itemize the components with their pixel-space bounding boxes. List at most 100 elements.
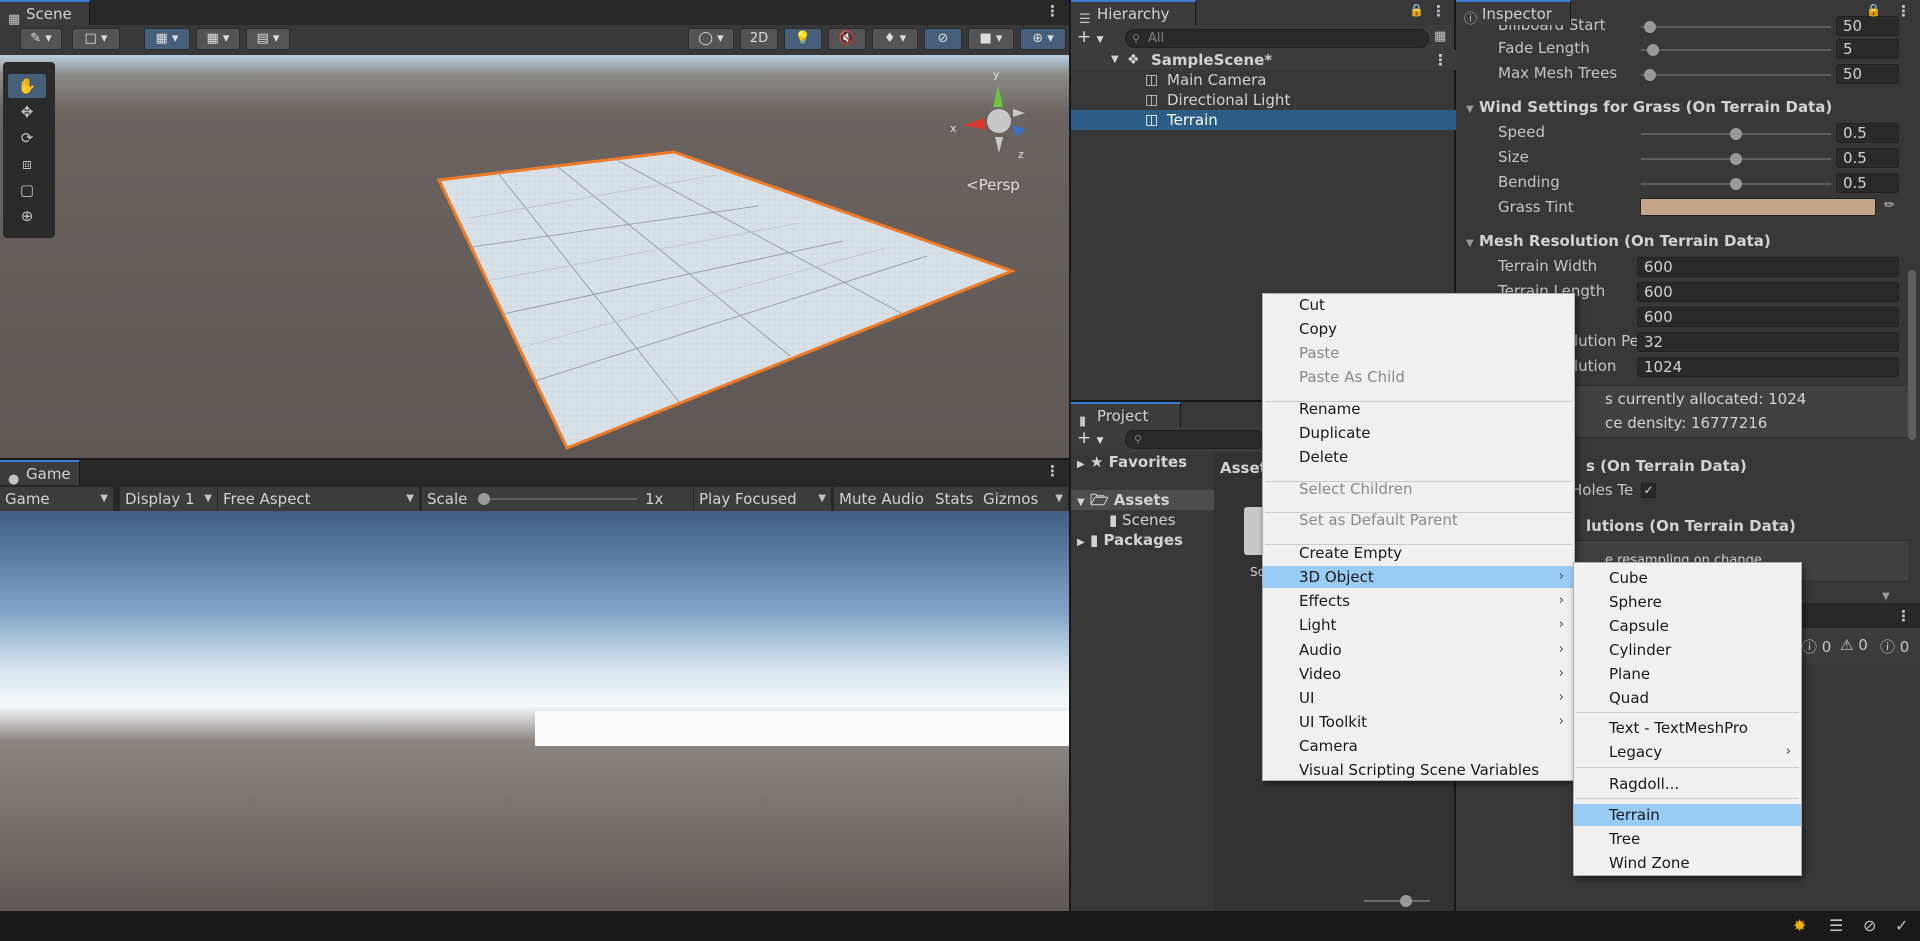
perspective-label[interactable]: <Persp (966, 176, 1020, 194)
number-field[interactable]: 50 (1836, 64, 1899, 84)
menu-item-light[interactable]: Light › (1263, 614, 1574, 636)
camera-settings-icon[interactable]: ■ ▾ (968, 28, 1014, 50)
aspect-dropdown[interactable]: Free Aspect ▼ (218, 487, 420, 511)
slider-track[interactable] (1641, 69, 1831, 81)
menu-item-cut[interactable]: Cut (1263, 294, 1574, 316)
mute-audio-button[interactable]: Mute Audio (834, 487, 932, 511)
console-menu-icon[interactable]: ⋮ (1896, 607, 1911, 625)
move-tool-icon[interactable]: ✥ (8, 100, 46, 124)
number-field[interactable]: 32 (1637, 332, 1899, 352)
scene-root-row[interactable]: ▼ ❖ SampleScene* ⋮ (1071, 50, 1456, 70)
slider-knob[interactable] (1644, 69, 1656, 81)
slider-knob[interactable] (1730, 178, 1742, 190)
color-swatch[interactable] (1640, 198, 1876, 216)
add-button[interactable]: + ▼ (1077, 27, 1104, 47)
tab-inspector[interactable]: ⓘ Inspector (1456, 0, 1571, 27)
hidden-objects-toggle-icon[interactable]: ⊘ (924, 28, 962, 50)
menu-item-audio[interactable]: Audio › (1263, 639, 1574, 661)
submenu-item-cylinder[interactable]: Cylinder (1574, 639, 1801, 661)
slider-track[interactable] (1641, 21, 1831, 33)
render-mode-button[interactable]: □ ▾ (72, 28, 120, 50)
thumbnail-size-slider[interactable] (1364, 895, 1430, 907)
effects-toggle-icon[interactable]: ♦ ▾ (872, 28, 918, 50)
game-mode-dropdown[interactable]: Game ▼ (0, 487, 114, 511)
submenu-item-quad[interactable]: Quad (1574, 687, 1801, 709)
project-search-input[interactable]: ⚲ (1125, 430, 1265, 449)
scene-menu-icon[interactable]: ⋮ (1045, 2, 1060, 20)
project-add-button[interactable]: + ▼ (1077, 428, 1104, 448)
mesh-section-header[interactable]: ▼ Mesh Resolution (On Terrain Data) (1466, 232, 1771, 250)
submenu-item-text-textmeshpro[interactable]: Text - TextMeshPro (1574, 717, 1801, 739)
lighting-bake-icon[interactable]: ✸ (1793, 916, 1806, 935)
shading-button[interactable]: ◯ ▾ (688, 28, 734, 50)
scale-tool-icon[interactable]: ⧈ (8, 152, 46, 176)
tree-item-favorites[interactable]: ▶ ★ Favorites (1077, 452, 1187, 472)
slider-track[interactable] (1641, 178, 1831, 190)
submenu-item-cube[interactable]: Cube (1574, 567, 1801, 589)
menu-item-delete[interactable]: Delete (1263, 446, 1574, 468)
slider-track[interactable] (1641, 128, 1831, 140)
dropdown-arrow-icon[interactable]: ▼ (1882, 591, 1890, 602)
play-mode-dropdown[interactable]: Play Focused ▼ (694, 487, 832, 511)
menu-item-camera[interactable]: Camera (1263, 735, 1574, 757)
menu-item-3d-object[interactable]: 3D Object › (1263, 566, 1574, 588)
2d-toggle-button[interactable]: 2D (740, 28, 778, 50)
hierarchy-item-terrain[interactable]: ◫ Terrain (1071, 110, 1456, 130)
terrain-plane[interactable] (0, 55, 1069, 458)
submenu-item-ragdoll[interactable]: Ragdoll... (1574, 773, 1801, 795)
submenu-item-capsule[interactable]: Capsule (1574, 615, 1801, 637)
slider-knob[interactable] (1647, 44, 1659, 56)
display-dropdown[interactable]: Display 1 ▼ (120, 487, 218, 511)
number-field[interactable]: 0.5 (1836, 148, 1899, 168)
number-field[interactable]: 5 (1836, 39, 1899, 59)
submenu-item-legacy[interactable]: Legacy › (1574, 741, 1801, 763)
tab-project[interactable]: ▮ Project (1071, 402, 1181, 429)
number-field[interactable]: 0.5 (1836, 123, 1899, 143)
lutions-section-header[interactable]: lutions (On Terrain Data) (1586, 517, 1796, 535)
number-field[interactable]: 600 (1637, 257, 1899, 277)
slider-track[interactable] (1641, 153, 1831, 165)
draw-mode-button[interactable]: ✎ ▾ (20, 28, 62, 50)
rotate-tool-icon[interactable]: ⟳ (8, 126, 46, 150)
tree-item-assets[interactable]: ▼ 🗁 Assets (1071, 490, 1214, 510)
slider-knob[interactable] (1400, 895, 1412, 907)
number-field[interactable]: 600 (1637, 307, 1899, 327)
holes-section-header[interactable]: s (On Terrain Data) (1586, 457, 1747, 475)
gizmos-dropdown[interactable]: Gizmos ▼ (978, 487, 1069, 511)
orientation-gizmo[interactable] (955, 75, 1045, 165)
console-log-count[interactable]: ⓘ 0 (1802, 636, 1831, 657)
inspector-menu-icon[interactable]: ⋮ (1896, 2, 1911, 20)
inspector-scrollbar[interactable] (1908, 270, 1916, 440)
menu-item-duplicate[interactable]: Duplicate (1263, 422, 1574, 444)
hierarchy-menu-icon[interactable]: ⋮ (1431, 2, 1446, 20)
scene-viewport[interactable]: ✋ ✥ ⟳ ⧈ ▢ ⊕ y x z <Persp (0, 55, 1069, 458)
holes-checkbox[interactable]: ✓ (1641, 483, 1656, 498)
menu-item-ui-toolkit[interactable]: UI Toolkit › (1263, 711, 1574, 733)
tab-hierarchy[interactable]: ☰ Hierarchy (1071, 0, 1196, 27)
slider-track[interactable] (1641, 44, 1831, 56)
menu-item-create-empty[interactable]: Create Empty (1263, 542, 1574, 564)
submenu-item-tree[interactable]: Tree (1574, 828, 1801, 850)
number-field[interactable]: 50 (1836, 16, 1899, 36)
inspector-lock-icon[interactable]: 🔒 (1866, 3, 1881, 17)
hierarchy-search-input[interactable]: ⚲ All (1125, 29, 1429, 48)
tree-item-packages[interactable]: ▶ ▮ Packages (1077, 530, 1183, 550)
submenu-item-terrain[interactable]: Terrain (1574, 804, 1801, 826)
menu-item-effects[interactable]: Effects › (1263, 590, 1574, 612)
increment-snap-button[interactable]: ▤ ▾ (246, 28, 290, 50)
debug-mode-icon[interactable]: ⊘ (1863, 916, 1876, 935)
hand-tool-icon[interactable]: ✋ (8, 74, 46, 98)
slider-knob[interactable] (1730, 153, 1742, 165)
slider-knob[interactable] (1644, 21, 1656, 33)
audio-toggle-icon[interactable]: 🔇 (828, 28, 866, 50)
submenu-item-plane[interactable]: Plane (1574, 663, 1801, 685)
scale-knob[interactable] (478, 493, 490, 505)
scale-control[interactable]: Scale 1x (422, 487, 694, 511)
menu-item-ui[interactable]: UI › (1263, 687, 1574, 709)
slider-knob[interactable] (1730, 128, 1742, 140)
submenu-item-wind-zone[interactable]: Wind Zone (1574, 852, 1801, 874)
lighting-toggle-icon[interactable]: 💡 (784, 28, 822, 50)
hierarchy-item-main-camera[interactable]: ◫ Main Camera (1071, 70, 1456, 90)
number-field[interactable]: 0.5 (1836, 173, 1899, 193)
lock-icon[interactable]: 🔒 (1409, 3, 1424, 17)
